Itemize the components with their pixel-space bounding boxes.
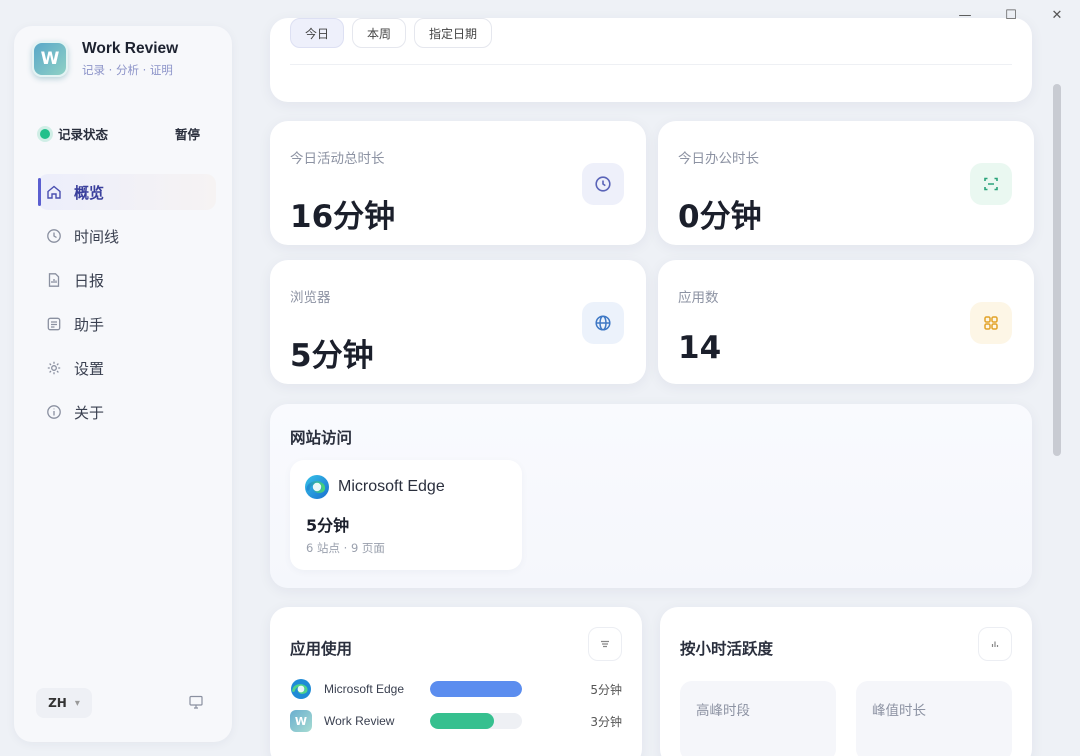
sidebar-item-label: 设置 xyxy=(74,359,105,378)
app-time: 5分钟 xyxy=(590,682,622,697)
date-filter-week[interactable]: 本周 xyxy=(352,18,407,48)
maximize-button[interactable]: ☐ xyxy=(988,0,1034,30)
bar-chart-icon xyxy=(991,641,999,647)
report-icon xyxy=(46,272,62,288)
stat-label: 浏览器 xyxy=(290,290,331,306)
app-usage-card: 应用使用 Microsoft Edge 5分钟 W Work Review 3分… xyxy=(270,607,642,756)
stat-label: 今日活动总时长 xyxy=(290,151,385,167)
language-select[interactable]: ZH ▾ xyxy=(36,688,92,718)
site-time: 5分钟 xyxy=(306,516,350,535)
site-card-edge[interactable]: Microsoft Edge 5分钟 6 站点 · 9 页面 xyxy=(290,460,522,570)
date-filter-today[interactable]: 今日 xyxy=(290,18,345,48)
stat-app-count: 应用数 14 xyxy=(658,260,1034,384)
clock-icon xyxy=(46,228,62,244)
peak-duration-box: 峰值时长 xyxy=(856,681,1012,756)
record-status: 记录状态 暂停 xyxy=(40,124,200,143)
app-row-edge[interactable]: Microsoft Edge 5分钟 xyxy=(290,678,622,700)
minimize-button[interactable]: — xyxy=(942,0,988,30)
site-name: Microsoft Edge xyxy=(338,478,445,495)
sidebar-item-report[interactable]: 日报 xyxy=(38,262,216,298)
chart-toggle-button[interactable] xyxy=(978,627,1012,661)
section-title: 按小时活跃度 xyxy=(680,640,774,658)
app-name: Work Review xyxy=(324,714,395,728)
stat-value: 5分钟 xyxy=(290,338,374,374)
app-usage-bar xyxy=(430,681,522,697)
scan-icon xyxy=(970,163,1012,205)
edge-logo-icon xyxy=(305,475,329,499)
gear-icon xyxy=(46,360,62,376)
website-access-card: 网站访问 Microsoft Edge 5分钟 6 站点 · 9 页面 xyxy=(270,404,1032,588)
date-filter-custom[interactable]: 指定日期 xyxy=(414,18,493,48)
section-title: 应用使用 xyxy=(290,640,353,658)
stat-label: 今日办公时长 xyxy=(678,151,759,167)
grid-icon xyxy=(970,302,1012,344)
info-icon xyxy=(46,404,62,420)
sidebar-item-timeline[interactable]: 时间线 xyxy=(38,218,216,254)
stat-label: 应用数 xyxy=(678,290,719,306)
edge-logo-icon xyxy=(291,679,311,699)
hourly-activity-card: 按小时活跃度 高峰时段 峰值时长 xyxy=(660,607,1032,756)
sort-button[interactable] xyxy=(588,627,622,661)
sidebar-item-label: 助手 xyxy=(74,315,105,334)
app-usage-fill xyxy=(430,681,522,697)
app-subtitle: 记录 · 分析 · 证明 xyxy=(82,63,173,77)
stat-browser: 浏览器 5分钟 xyxy=(270,260,646,384)
close-button[interactable]: ✕ xyxy=(1034,0,1080,30)
sidebar-item-label: 关于 xyxy=(74,403,105,422)
list-icon xyxy=(601,640,609,648)
work-review-logo-icon: W xyxy=(290,710,312,732)
language-value: ZH xyxy=(48,696,67,710)
sidebar: W Work Review 记录 · 分析 · 证明 记录状态 暂停 概览 时间… xyxy=(14,26,232,742)
stat-value: 0分钟 xyxy=(678,199,762,235)
window-controls: — ☐ ✕ xyxy=(942,0,1080,30)
peak-duration-label: 峰值时长 xyxy=(872,703,926,719)
divider xyxy=(290,64,1012,65)
peak-hour-box: 高峰时段 xyxy=(680,681,836,756)
clock-icon xyxy=(582,163,624,205)
assistant-icon xyxy=(46,316,62,332)
sidebar-item-assistant[interactable]: 助手 xyxy=(38,306,216,342)
status-label: 记录状态 xyxy=(58,127,109,142)
date-filter-card: 今日 本周 指定日期 xyxy=(270,18,1032,102)
home-icon xyxy=(46,184,62,200)
sidebar-item-overview[interactable]: 概览 xyxy=(38,174,216,210)
stat-value: 16分钟 xyxy=(290,199,396,235)
sidebar-nav: 概览 时间线 日报 助手 设置 关于 xyxy=(38,174,216,438)
date-filter: 今日 本周 指定日期 xyxy=(290,18,500,48)
sidebar-item-label: 概览 xyxy=(74,183,105,202)
app-logo: W xyxy=(32,41,68,77)
brand: W Work Review 记录 · 分析 · 证明 xyxy=(32,40,178,78)
globe-icon xyxy=(582,302,624,344)
app-name: Microsoft Edge xyxy=(324,682,405,696)
sidebar-item-about[interactable]: 关于 xyxy=(38,394,216,430)
section-title: 网站访问 xyxy=(290,429,353,447)
app-usage-bar xyxy=(430,713,522,729)
sidebar-item-label: 时间线 xyxy=(74,227,120,246)
stat-value: 14 xyxy=(678,330,722,366)
site-meta: 6 站点 · 9 页面 xyxy=(306,541,385,555)
status-dot-icon xyxy=(40,128,50,139)
monitor-icon[interactable] xyxy=(188,694,204,710)
stat-total-activity: 今日活动总时长 16分钟 xyxy=(270,121,646,245)
sidebar-item-settings[interactable]: 设置 xyxy=(38,350,216,386)
app-time: 3分钟 xyxy=(590,714,622,729)
peak-hour-label: 高峰时段 xyxy=(696,703,750,719)
pause-button[interactable]: 暂停 xyxy=(175,124,200,143)
sidebar-item-label: 日报 xyxy=(74,271,105,290)
chevron-down-icon: ▾ xyxy=(74,697,80,709)
main-scrollbar[interactable] xyxy=(1053,84,1061,456)
app-row-work-review[interactable]: W Work Review 3分钟 xyxy=(290,710,622,732)
app-usage-fill xyxy=(430,713,495,729)
stat-office-time: 今日办公时长 0分钟 xyxy=(658,121,1034,245)
app-title: Work Review xyxy=(82,40,179,57)
